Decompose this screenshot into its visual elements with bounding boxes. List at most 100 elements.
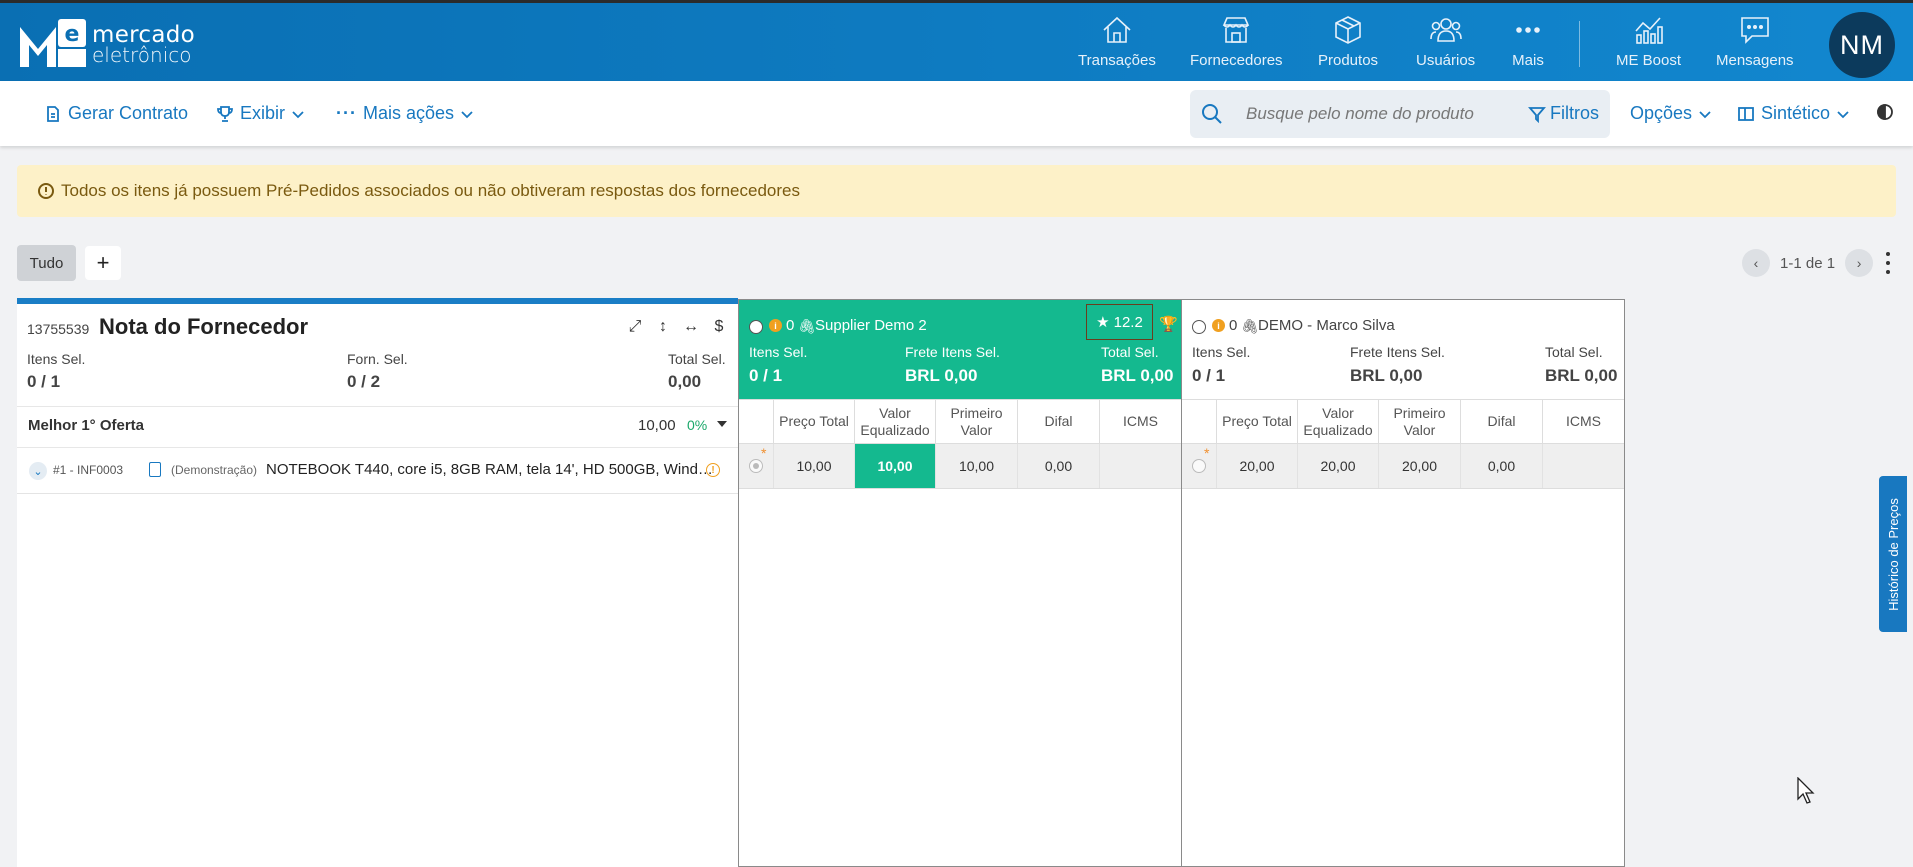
nav-fornecedores[interactable]: Fornecedores xyxy=(1190,13,1283,73)
nav-produtos[interactable]: Produtos xyxy=(1318,13,1378,73)
historico-precos-tab[interactable]: Histórico de Preços xyxy=(1879,476,1907,632)
mais-acoes-dropdown[interactable]: ··· Mais ações xyxy=(336,103,474,124)
best-offer-value: 10,00 xyxy=(638,417,676,434)
paperclip-icon[interactable]: 🖇 xyxy=(798,318,816,335)
svg-text:e: e xyxy=(65,22,80,47)
search-icon[interactable] xyxy=(1200,102,1224,126)
col-valor-equalizado[interactable]: Valor Equalizado xyxy=(1297,400,1378,443)
col-difal[interactable]: Difal xyxy=(1460,400,1542,443)
total-sel-label: Total Sel. xyxy=(668,351,726,367)
nav-label: Produtos xyxy=(1318,52,1379,69)
vertical-resize-icon[interactable]: ↕ xyxy=(655,318,671,336)
supplier-columns-header: Preço Total Valor Equalizado Primeiro Va… xyxy=(1182,399,1624,444)
total-sel-label: Total Sel. xyxy=(1545,344,1603,360)
cell-valor-equalizado[interactable]: 10,00 xyxy=(854,444,935,488)
best-offer-percent: 0% xyxy=(687,417,708,433)
col-difal[interactable]: Difal xyxy=(1017,400,1099,443)
cell-preco-total[interactable]: 10,00 xyxy=(773,444,854,488)
col-preco-total[interactable]: Preço Total xyxy=(1216,400,1297,443)
supplier-name[interactable]: Supplier Demo 2 xyxy=(815,317,927,334)
star-icon: ★ xyxy=(1096,314,1110,331)
cell-icms[interactable] xyxy=(1099,444,1181,488)
supplier-header: i 0 🖇 Supplier Demo 2 ★ 12.2 🏆 Itens Sel… xyxy=(739,300,1181,399)
item-row: ⌄ #1 - INF0003 (Demonstração) NOTEBOOK T… xyxy=(17,448,738,494)
nav-mensagens[interactable]: Mensagens xyxy=(1716,13,1794,73)
users-icon xyxy=(1429,18,1462,42)
mercado-eletronico-logo[interactable]: e mercado eletrônico xyxy=(18,19,195,69)
expand-icon[interactable]: ⤢ xyxy=(627,318,643,336)
cell-icms[interactable] xyxy=(1542,444,1624,488)
opcoes-dropdown[interactable]: Opções xyxy=(1630,103,1712,124)
supplier-score[interactable]: ★ 12.2 xyxy=(1086,304,1153,340)
nav-mais[interactable]: Mais xyxy=(1511,13,1545,73)
expand-chevron-icon[interactable]: ⌄ xyxy=(29,462,47,480)
filtros-button[interactable]: Filtros xyxy=(1528,103,1599,124)
col-icms[interactable]: ICMS xyxy=(1542,400,1624,443)
supplier-column-1: i 0 🖇 Supplier Demo 2 ★ 12.2 🏆 Itens Sel… xyxy=(738,299,1182,867)
supplier-item-row: * 10,00 10,00 10,00 0,00 xyxy=(739,444,1181,489)
itens-sel-label: Itens Sel. xyxy=(749,344,808,360)
col-icms[interactable]: ICMS xyxy=(1099,400,1181,443)
frete-label: Frete Itens Sel. xyxy=(905,344,1000,360)
item-tag: (Demonstração) xyxy=(171,463,258,477)
document-icon xyxy=(149,462,161,477)
cell-preco-total[interactable]: 20,00 xyxy=(1216,444,1297,488)
gerar-contrato-button[interactable]: Gerar Contrato xyxy=(44,103,188,124)
col-primeiro-valor[interactable]: Primeiro Valor xyxy=(1378,400,1460,443)
home-icon xyxy=(1103,16,1131,43)
cell-valor-equalizado[interactable]: 20,00 xyxy=(1297,444,1378,488)
add-tab-button[interactable]: + xyxy=(85,246,121,280)
chevron-down-icon xyxy=(292,110,304,118)
caret-down-icon[interactable] xyxy=(717,421,727,427)
chart-growth-icon xyxy=(1634,17,1663,44)
nav-label: Fornecedores xyxy=(1190,52,1283,69)
cell-primeiro-valor[interactable]: 20,00 xyxy=(1378,444,1460,488)
row-radio[interactable] xyxy=(749,459,763,473)
itens-sel-label: Itens Sel. xyxy=(27,351,86,367)
total-sel-value: BRL 0,00 xyxy=(1101,366,1174,385)
next-page-button[interactable]: › xyxy=(1845,249,1874,277)
col-primeiro-valor[interactable]: Primeiro Valor xyxy=(935,400,1017,443)
nav-transacoes[interactable]: Transações xyxy=(1078,13,1156,73)
supplier-header: i 0 🖇 DEMO - Marco Silva Itens Sel. Fret… xyxy=(1182,300,1624,399)
nav-label: Mensagens xyxy=(1716,52,1794,69)
cell-difal[interactable]: 0,00 xyxy=(1460,444,1542,488)
score-value: 12.2 xyxy=(1113,313,1143,331)
left-summary-panel: 13755539 Nota do Fornecedor ⤢ ↕ ↔ $ Iten… xyxy=(17,298,738,867)
mouse-cursor-icon xyxy=(1797,777,1815,804)
horizontal-resize-icon[interactable]: ↔ xyxy=(683,318,699,336)
item-description[interactable]: NOTEBOOK T440, core i5, 8GB RAM, tela 14… xyxy=(266,461,716,478)
cell-primeiro-valor[interactable]: 10,00 xyxy=(935,444,1017,488)
dollar-icon[interactable]: $ xyxy=(711,318,727,336)
select-column-header xyxy=(739,400,773,443)
cell-difal[interactable]: 0,00 xyxy=(1017,444,1099,488)
exibir-label: Exibir xyxy=(240,103,286,123)
supplier-name[interactable]: DEMO - Marco Silva xyxy=(1258,317,1395,334)
supplier-select-radio[interactable] xyxy=(749,320,763,334)
exibir-dropdown[interactable]: Exibir xyxy=(216,103,305,124)
prev-page-button[interactable]: ‹ xyxy=(1742,249,1770,277)
supplier-select-radio[interactable] xyxy=(1192,320,1206,334)
supplier-count-value: 0 xyxy=(786,317,795,334)
user-avatar[interactable]: NM xyxy=(1829,12,1895,78)
item-code: #1 - INF0003 xyxy=(53,463,124,477)
document-icon xyxy=(47,105,59,122)
chat-icon xyxy=(1740,17,1769,44)
nav-me-boost[interactable]: ME Boost xyxy=(1616,13,1681,73)
col-preco-total[interactable]: Preço Total xyxy=(773,400,854,443)
warning-icon[interactable]: ! xyxy=(706,463,720,477)
frete-value: BRL 0,00 xyxy=(905,366,978,385)
paperclip-icon[interactable]: 🖇 xyxy=(1241,318,1259,335)
nav-usuarios[interactable]: Usuários xyxy=(1416,13,1475,73)
search-input[interactable] xyxy=(1246,102,1516,126)
row-radio[interactable] xyxy=(1192,459,1206,473)
chevron-down-icon xyxy=(1837,110,1849,118)
total-sel-value: BRL 0,00 xyxy=(1545,366,1618,385)
pagination: ‹ 1-1 de 1 › xyxy=(1742,249,1874,277)
sintetico-dropdown[interactable]: Sintético xyxy=(1737,103,1850,124)
theme-toggle[interactable] xyxy=(1876,103,1894,121)
kebab-menu-icon[interactable] xyxy=(1886,252,1892,274)
col-valor-equalizado[interactable]: Valor Equalizado xyxy=(854,400,935,443)
info-dot-icon: i xyxy=(769,319,782,332)
tab-tudo[interactable]: Tudo xyxy=(17,245,76,281)
